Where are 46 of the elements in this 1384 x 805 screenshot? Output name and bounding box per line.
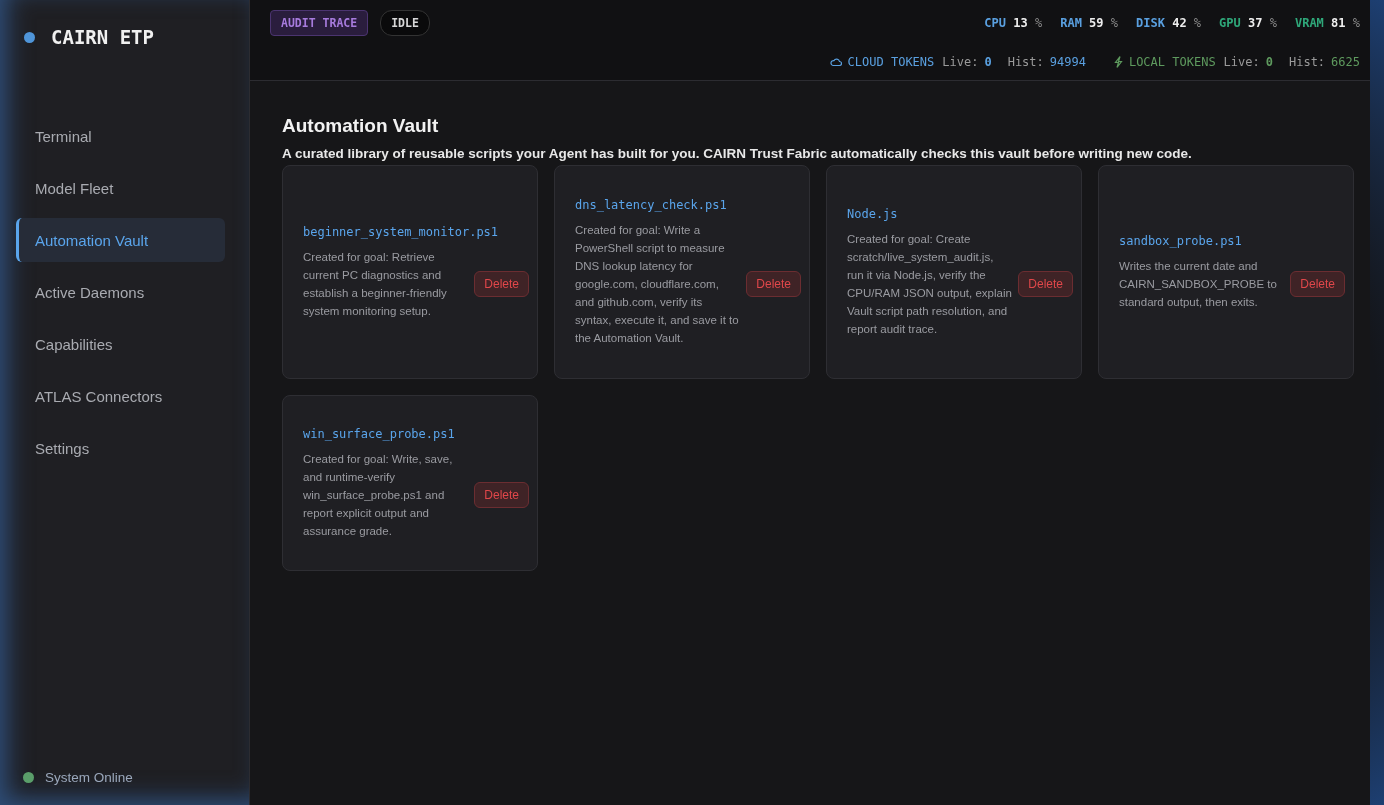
page-description: A curated library of reusable scripts your Agent has built for you. CAIRN Trust Fabric automatically checks this vault before writing new code. xyxy=(282,146,1193,161)
resource-metric: CPU 13 % xyxy=(984,16,1043,30)
resource-metric: VRAM 81 % xyxy=(1294,16,1360,30)
app-title: CAIRN ETP xyxy=(51,26,154,48)
script-name: win_surface_probe.ps1 xyxy=(303,426,455,441)
sidebar-item[interactable]: ATLAS Connectors xyxy=(16,374,225,418)
hist-value: 6625 xyxy=(1331,55,1360,69)
live-label: Live: xyxy=(942,55,979,69)
script-description: Created for goal: Write a PowerShell script to measure DNS lookup latency for google.com, cloudflare.com, and github.com, verify its syntax, execute it, and save it to the Automation Vault. xyxy=(575,222,740,346)
lightning-icon xyxy=(1113,56,1123,68)
delete-button[interactable]: Delete xyxy=(1018,270,1073,297)
resource-metric: RAM 59 % xyxy=(1060,16,1119,30)
live-label: Live: xyxy=(1223,55,1260,69)
delete-button[interactable]: Delete xyxy=(474,270,529,297)
script-description: Created for goal: Create scratch/live_system_audit.js, run it via Node.js, verify the CPU/RAM JSON output, explain Vault script path resolution, and report audit trace. xyxy=(847,231,1013,337)
sidebar-item[interactable]: Settings xyxy=(16,426,225,470)
resource-metric: GPU 37 % xyxy=(1219,16,1277,30)
sidebar-item[interactable]: Capabilities xyxy=(16,322,225,366)
hist-label: Hist: xyxy=(1007,55,1044,69)
token-label: CLOUD TOKENS xyxy=(847,55,935,69)
script-name: beginner_system_monitor.ps1 xyxy=(303,224,499,239)
token-label: LOCAL TOKENS xyxy=(1128,55,1216,69)
status-badge: IDLE xyxy=(380,10,430,36)
script-description: Created for goal: Write, save, and runtime-verify win_surface_probe.ps1 and report explicit output and assurance grade. xyxy=(303,451,454,539)
sidebar-item[interactable]: Terminal xyxy=(16,114,225,158)
live-value: 0 xyxy=(984,55,992,69)
sidebar-item[interactable]: Active Daemons xyxy=(16,270,225,314)
script-name: dns_latency_check.ps1 xyxy=(575,197,727,212)
sidebar-item[interactable]: Model Fleet xyxy=(16,166,225,210)
status-label: System Online xyxy=(45,770,133,785)
script-name: sandbox_probe.ps1 xyxy=(1119,233,1242,248)
delete-button[interactable]: Delete xyxy=(746,270,801,297)
delete-button[interactable]: Delete xyxy=(474,481,529,508)
hist-value: 94994 xyxy=(1049,55,1086,69)
sidebar-item[interactable]: Automation Vault xyxy=(16,218,225,262)
page-title: Automation Vault xyxy=(282,115,440,137)
logo-dot-icon xyxy=(24,31,35,43)
cloud-icon xyxy=(829,57,842,67)
script-name: Node.js xyxy=(847,206,898,221)
live-value: 0 xyxy=(1265,55,1273,69)
delete-button[interactable]: Delete xyxy=(1290,270,1345,297)
script-description: Writes the current date and CAIRN_SANDBOX_PROBE to standard output, then exits. xyxy=(1119,258,1278,310)
hist-label: Hist: xyxy=(1288,55,1326,69)
script-description: Created for goal: Retrieve current PC diagnostics and establish a beginner-friendly system monitoring setup. xyxy=(303,249,448,319)
status-badge: AUDIT TRACE xyxy=(270,10,369,36)
resource-metric: DISK 42 % xyxy=(1136,16,1202,30)
